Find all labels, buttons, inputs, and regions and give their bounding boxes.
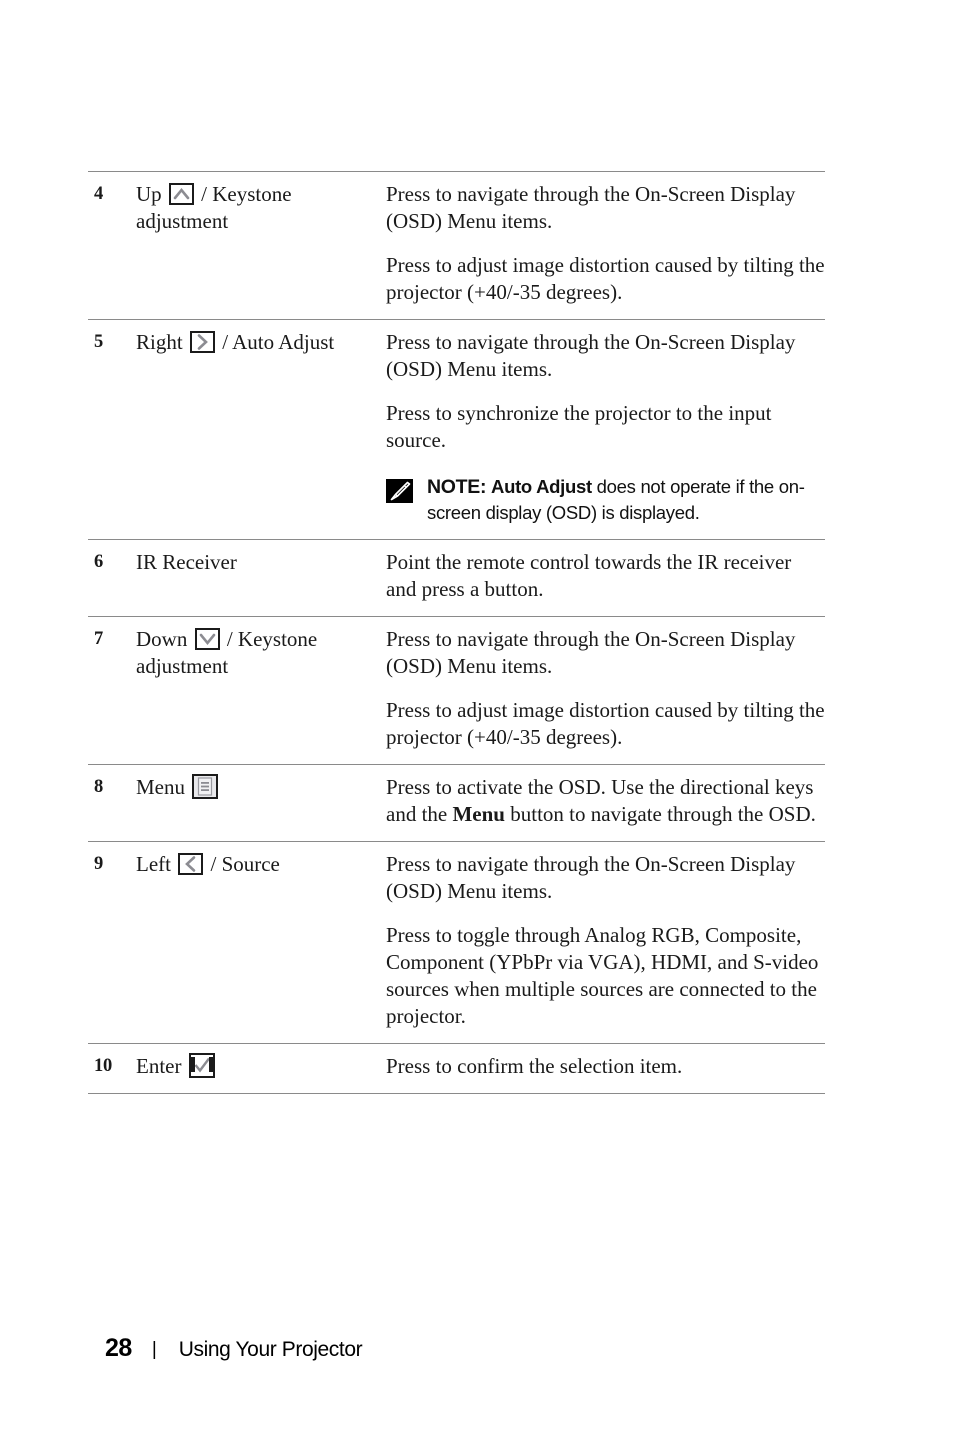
description-paragraph: Press to activate the OSD. Use the direc… — [386, 774, 825, 828]
control-label-pre: Menu — [136, 775, 185, 799]
description-paragraph: Press to navigate through the On-Screen … — [386, 627, 796, 678]
control-label-pre: Up — [136, 182, 162, 206]
row-control-name: Up / Keystone adjustment — [136, 172, 382, 320]
description-paragraph: Point the remote control towards the IR … — [386, 550, 792, 601]
row-description: Press to confirm the selection item. — [382, 1044, 825, 1094]
description-paragraph: Press to navigate through the On-Screen … — [386, 182, 796, 233]
row-number: 9 — [94, 854, 104, 874]
description-paragraph: Press to synchronize the projector to th… — [386, 401, 772, 452]
control-label-post: / Source — [210, 852, 280, 876]
row-number: 6 — [94, 552, 104, 572]
table-row: 4 Up / Keystone adjustment Press to navi… — [88, 171, 825, 320]
description-paragraph: Press to navigate through the On-Screen … — [386, 330, 796, 381]
row-description: Press to navigate through the On-Screen … — [382, 320, 825, 540]
table-row: 9 Left / Source Press to navigate throug… — [88, 841, 825, 1044]
note-bold-term: Auto Adjust — [491, 476, 592, 497]
row-description: Press to activate the OSD. Use the direc… — [382, 765, 825, 842]
description-paragraph: Press to toggle through Analog RGB, Comp… — [386, 923, 819, 1028]
control-label-pre: Left — [136, 852, 171, 876]
description-paragraph: Press to adjust image distortion caused … — [386, 253, 825, 304]
up-arrow-key-icon — [168, 183, 194, 205]
footer-page-number: 28 — [105, 1334, 132, 1362]
enter-key-icon — [188, 1053, 215, 1078]
control-label-pre: Down — [136, 627, 188, 651]
table-row: 8 Menu Press to activate the OSD. Use th… — [88, 764, 825, 842]
row-description: Press to navigate through the On-Screen … — [382, 617, 825, 765]
control-label-pre: Enter — [136, 1054, 182, 1078]
row-number: 4 — [94, 184, 104, 204]
note-callout: NOTE: Auto Adjust does not operate if th… — [386, 474, 825, 526]
description-bold-term: Menu — [452, 802, 505, 826]
footer-section-title: Using Your Projector — [178, 1338, 363, 1361]
row-control-name: Down / Keystone adjustment — [136, 617, 382, 765]
control-label-pre: Right — [136, 330, 183, 354]
row-number: 10 — [94, 1056, 113, 1076]
note-pencil-icon — [386, 479, 413, 503]
control-label-pre: IR Receiver — [136, 550, 237, 574]
control-label-post: / Auto Adjust — [222, 330, 335, 354]
menu-key-icon — [192, 774, 219, 799]
note-lead-label: NOTE: — [427, 476, 487, 498]
row-description: Press to navigate through the On-Screen … — [382, 172, 825, 320]
table-row: 7 Down / Keystone adjustment Press to na… — [88, 616, 825, 765]
footer-separator: | — [151, 1339, 157, 1360]
description-paragraph: Press to confirm the selection item. — [386, 1054, 683, 1078]
enter-left-bar — [190, 1057, 195, 1072]
row-control-name: IR Receiver — [136, 540, 382, 617]
page-footer: 28 | Using Your Projector — [105, 1334, 363, 1363]
table-row: 5 Right / Auto Adjust Press to navigate … — [88, 319, 825, 540]
row-number: 8 — [94, 777, 104, 797]
note-text: NOTE: Auto Adjust does not operate if th… — [427, 474, 825, 526]
row-number: 5 — [94, 332, 104, 352]
row-control-name: Left / Source — [136, 842, 382, 1044]
table-row: 10 Enter Press to confirm the selection … — [88, 1043, 825, 1094]
projector-controls-table: 4 Up / Keystone adjustment Press to navi… — [88, 171, 825, 1094]
row-number: 7 — [94, 629, 104, 649]
description-paragraph: Press to navigate through the On-Screen … — [386, 852, 796, 903]
table-row: 6 IR Receiver Point the remote control t… — [88, 539, 825, 617]
row-control-name: Right / Auto Adjust — [136, 320, 382, 540]
row-control-name: Menu — [136, 765, 382, 842]
document-page: 4 Up / Keystone adjustment Press to navi… — [0, 0, 954, 1432]
row-description: Point the remote control towards the IR … — [382, 540, 825, 617]
row-description: Press to navigate through the On-Screen … — [382, 842, 825, 1044]
right-arrow-key-icon — [189, 331, 215, 353]
row-control-name: Enter — [136, 1044, 382, 1094]
description-text-post: button to navigate through the OSD. — [504, 802, 816, 826]
left-arrow-key-icon — [178, 853, 204, 875]
down-arrow-key-icon — [194, 628, 220, 650]
description-paragraph: Press to adjust image distortion caused … — [386, 698, 825, 749]
enter-right-bar — [208, 1057, 213, 1072]
